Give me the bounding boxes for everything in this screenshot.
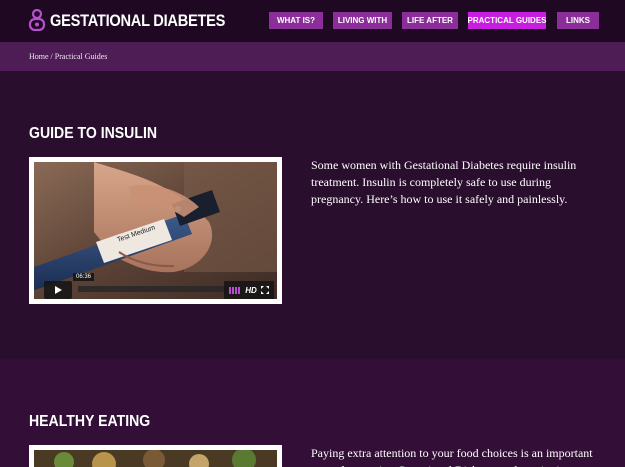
nav-life-after[interactable]: LIFE AFTER <box>402 12 458 29</box>
insulin-pen-video-still: Test Medium <box>34 162 277 299</box>
nav-practical-guides[interactable]: PRACTICAL GUIDES <box>468 12 546 29</box>
nav-what-is[interactable]: WHAT IS? <box>269 12 323 29</box>
nav-living-with[interactable]: LIVING WITH <box>333 12 392 29</box>
food-video-still <box>34 450 277 467</box>
section-heading-healthy-eating: HEALTHY EATING <box>29 413 151 430</box>
nav-links[interactable]: LINKS <box>557 12 599 29</box>
fullscreen-icon[interactable] <box>260 286 269 294</box>
pregnancy-logo-icon[interactable] <box>28 9 46 31</box>
hd-toggle[interactable]: HD <box>245 286 257 295</box>
insulin-description: Some women with Gestational Diabetes req… <box>311 158 577 206</box>
video-progress-bar[interactable] <box>78 286 226 292</box>
healthy-eating-video[interactable] <box>34 450 277 467</box>
breadcrumb[interactable]: Home / Practical Guides <box>29 52 107 61</box>
volume-icon[interactable] <box>229 286 241 294</box>
section-heading-insulin: GUIDE TO INSULIN <box>29 125 158 142</box>
site-title[interactable]: GESTATIONAL DIABETES <box>50 11 225 31</box>
video-controls: HD <box>224 281 274 299</box>
play-button[interactable] <box>44 281 72 299</box>
healthy-eating-video-frame <box>29 445 282 467</box>
video-time: 06:36 <box>73 273 95 281</box>
play-icon <box>55 286 62 294</box>
insulin-video[interactable]: Test Medium 06:36 HD <box>34 162 277 299</box>
insulin-video-frame: Test Medium 06:36 HD <box>29 157 282 304</box>
healthy-eating-description: Paying extra attention to your food choi… <box>311 446 593 467</box>
